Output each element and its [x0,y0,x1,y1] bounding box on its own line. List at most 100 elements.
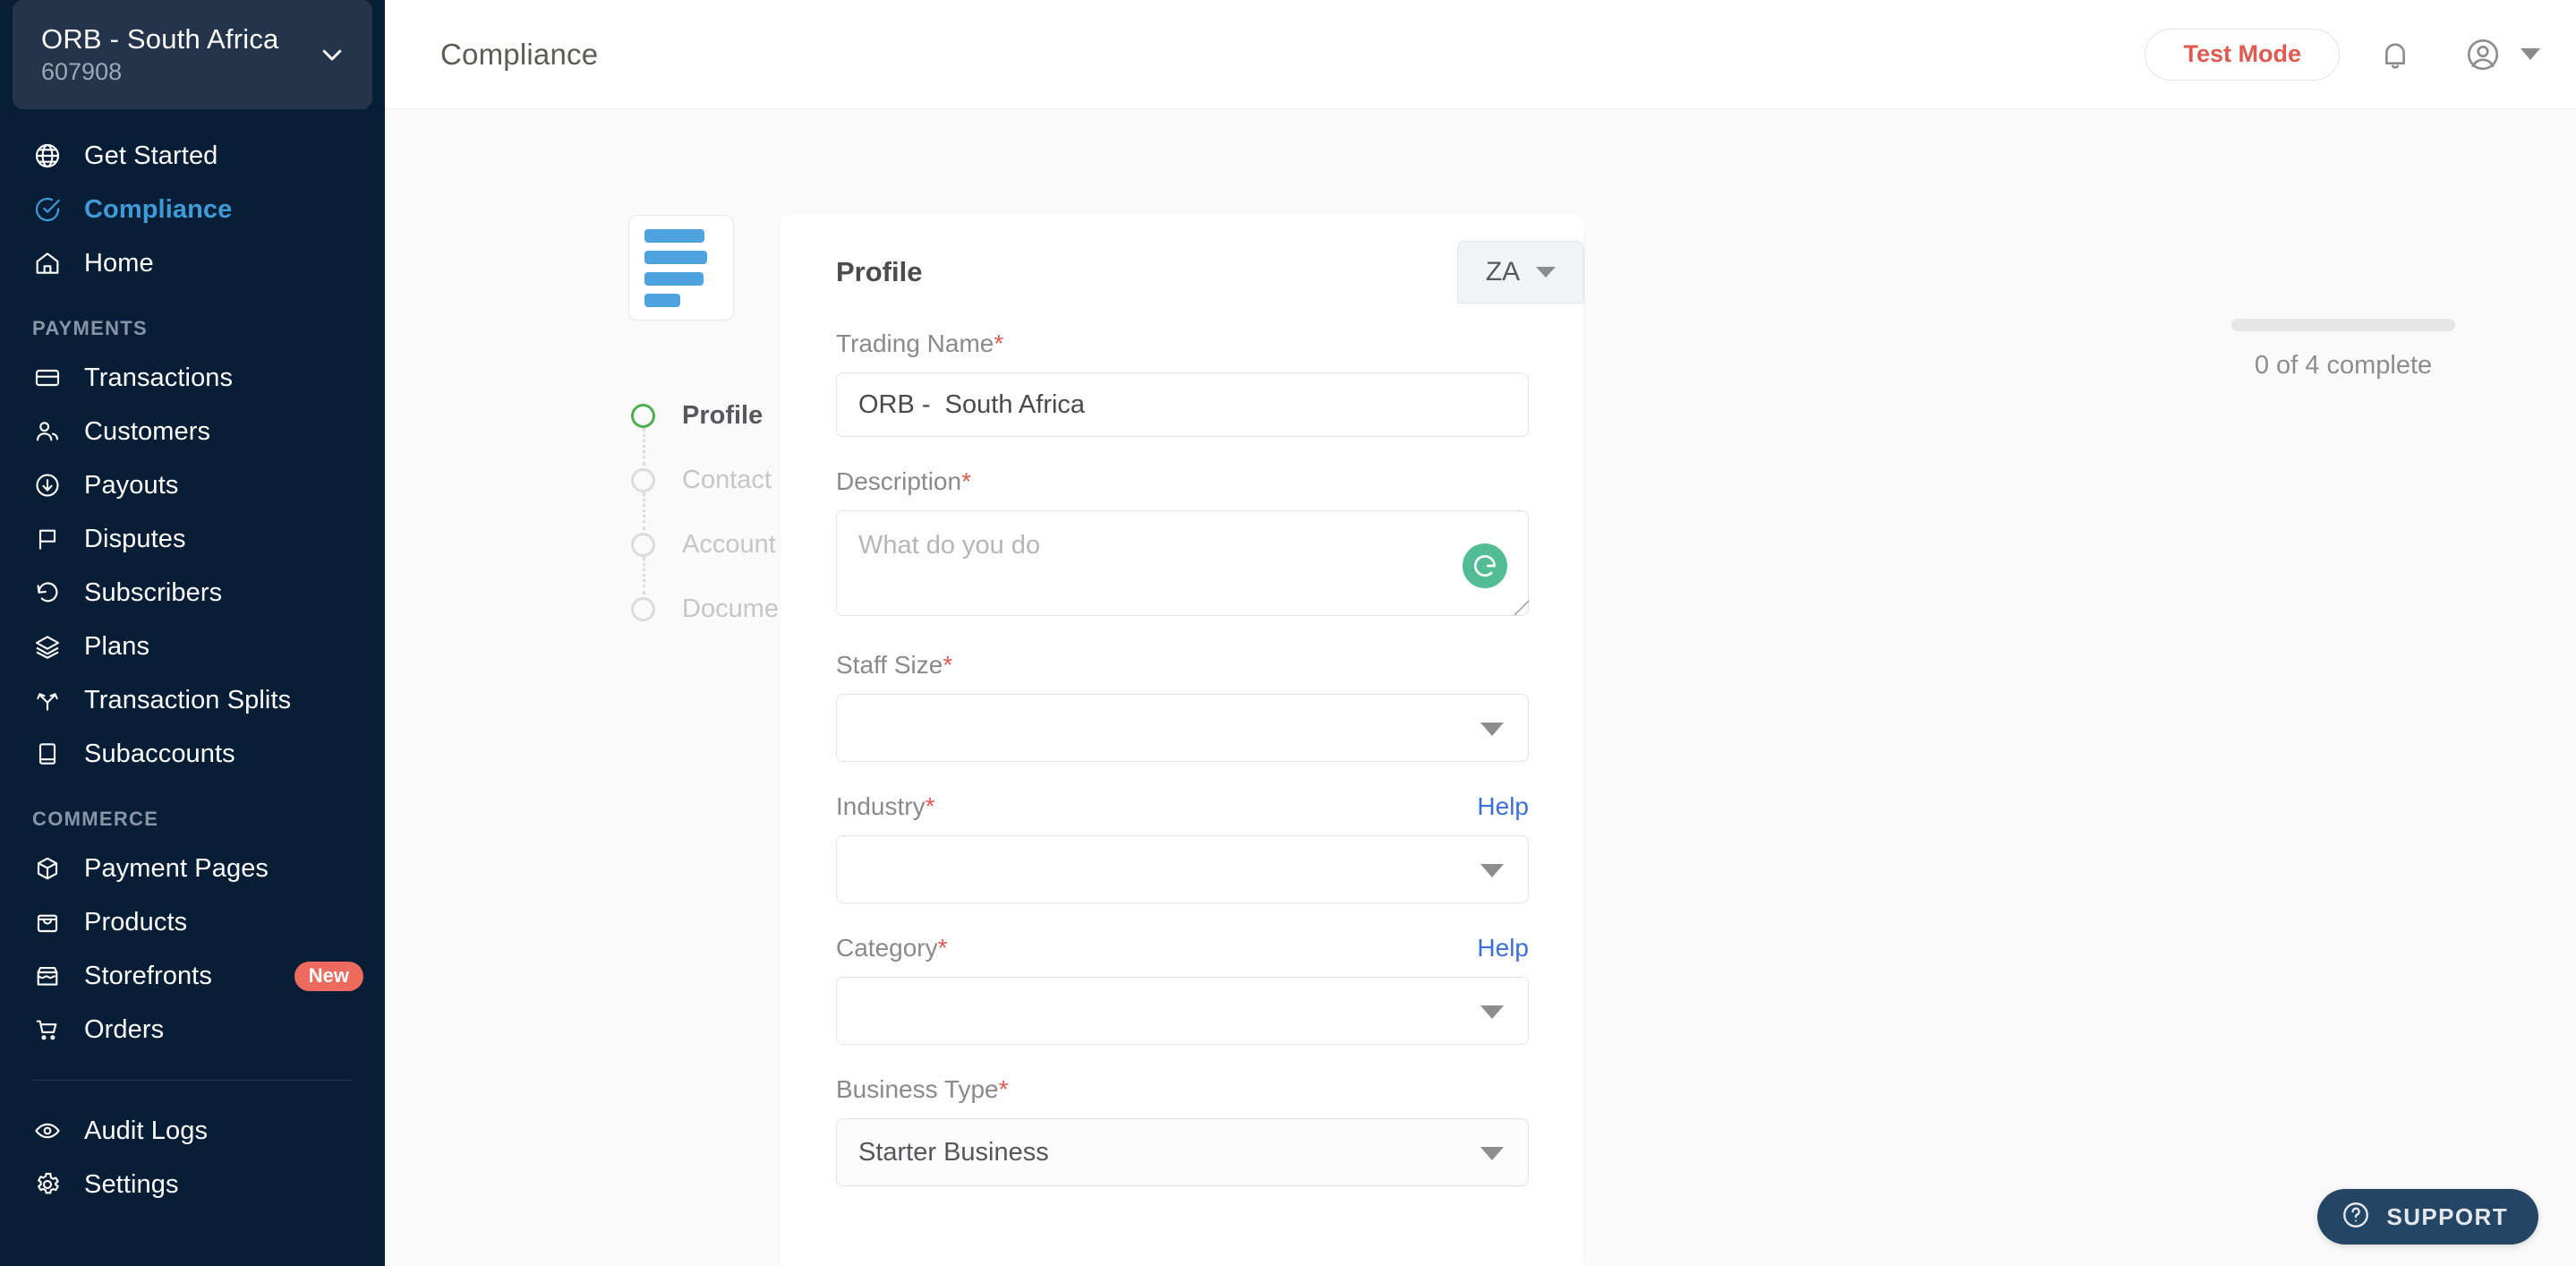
step-connector [643,428,645,466]
app-root: ORB - South Africa 607908 Get Started Co… [0,0,2576,1266]
sidebar-item-label: Subaccounts [84,739,235,768]
sidebar-section-payments-title: PAYMENTS [32,317,148,339]
sidebar-item-payment-pages[interactable]: Payment Pages [0,842,385,895]
arrow-down-circle-icon [32,470,63,500]
business-type-wrapper: Starter Business [836,1118,1529,1186]
step-dot-icon [631,467,655,492]
required-marker: * [937,934,948,962]
user-menu[interactable] [2458,30,2540,80]
test-mode-button[interactable]: Test Mode [2145,28,2340,81]
category-select[interactable] [836,977,1529,1045]
caret-down-icon [2521,48,2540,60]
account-id: 607908 [41,58,123,86]
step-dot-icon [631,403,655,428]
main-region: Compliance Test Mode Profile Contact Acc… [385,0,2576,1266]
account-name: ORB - South Africa [41,22,279,55]
sidebar-item-products[interactable]: Products [0,895,385,949]
sidebar-item-label: Home [84,248,154,278]
page-title: Compliance [440,37,599,71]
account-switcher-text: ORB - South Africa 607908 [41,23,317,87]
caret-down-icon [1536,267,1557,278]
step-label: Contact [682,465,772,494]
status-badge-new: New [294,961,363,991]
business-type-select[interactable]: Starter Business [836,1118,1529,1186]
support-button[interactable]: SUPPORT [2316,1189,2538,1245]
country-selector[interactable]: ZA [1457,241,1584,304]
field-label-row: Industry * Help [836,792,1529,821]
trading-name-input[interactable] [836,372,1529,437]
industry-wrapper [836,835,1529,903]
field-industry: Industry * Help [836,792,1529,903]
grammarly-icon[interactable] [1463,543,1507,588]
sidebar-item-label: Settings [84,1169,179,1199]
flag-icon [32,524,63,554]
sidebar-item-disputes[interactable]: Disputes [0,512,385,566]
sidebar-item-payouts[interactable]: Payouts [0,458,385,512]
shopping-cart-icon [32,1014,63,1045]
logo-bar [644,271,704,286]
field-description: Description * [836,467,1530,620]
sidebar-item-storefronts[interactable]: Storefronts New [0,949,385,1003]
sidebar-item-transaction-splits[interactable]: Transaction Splits [0,673,385,727]
sidebar-item-label: Customers [84,416,211,446]
required-marker: * [925,792,935,820]
layers-icon [32,631,63,662]
sidebar-item-label: Transactions [84,363,234,392]
sidebar-item-label: Subscribers [84,577,223,607]
bell-icon[interactable] [2370,30,2420,80]
progress-bar [2231,319,2455,331]
logo-bar [644,250,707,264]
sidebar-section-commerce-title: COMMERCE [32,808,159,830]
sidebar-item-orders[interactable]: Orders [0,1003,385,1056]
sidebar-item-transactions[interactable]: Transactions [0,351,385,405]
step-label: Account [682,529,776,559]
business-logo-placeholder[interactable] [628,215,734,321]
sidebar-item-label: Disputes [84,524,186,553]
sidebar-item-audit-logs[interactable]: Audit Logs [0,1104,385,1158]
sidebar-item-plans[interactable]: Plans [0,620,385,673]
account-switcher[interactable]: ORB - South Africa 607908 [13,0,372,109]
field-label: Industry [836,792,925,820]
sidebar-item-home[interactable]: Home [0,236,385,290]
sidebar-item-label: Orders [84,1014,165,1044]
description-wrapper [836,510,1530,620]
field-label-row: Business Type * [836,1075,1529,1104]
sidebar-item-subscribers[interactable]: Subscribers [0,566,385,620]
field-label: Trading Name [836,329,994,357]
sidebar-item-customers[interactable]: Customers [0,405,385,458]
field-label-row: Staff Size * [836,651,1529,680]
logo-bar [644,293,680,307]
field-label: Category [836,934,938,962]
sidebar-item-get-started[interactable]: Get Started [0,129,385,183]
step-list: Profile Contact Account Documents [628,383,814,641]
staff-size-select[interactable] [836,694,1529,762]
category-wrapper [836,977,1529,1045]
sidebar-item-settings[interactable]: Settings [0,1158,385,1211]
category-help-link[interactable]: Help [1477,934,1529,962]
sidebar-item-subaccounts[interactable]: Subaccounts [0,727,385,781]
step-dot-icon [631,596,655,621]
book-icon [32,739,63,769]
profile-card-title: Profile [836,256,923,287]
industry-select[interactable] [836,835,1529,903]
step-profile[interactable]: Profile [628,383,763,466]
chevron-down-icon [317,39,347,70]
home-icon [32,248,63,278]
sidebar-item-label: Storefronts [84,961,212,990]
split-icon [32,685,63,715]
industry-help-link[interactable]: Help [1477,792,1529,821]
description-textarea[interactable] [836,510,1529,616]
package-icon [32,853,63,884]
sidebar: ORB - South Africa 607908 Get Started Co… [0,0,385,1266]
card-icon [32,363,63,393]
required-marker: * [961,467,971,495]
eye-icon [32,1116,63,1146]
field-label: Staff Size [836,651,943,679]
sidebar-item-label: Plans [84,631,150,661]
profile-form: Trading Name* Description* [780,329,1584,1186]
profile-card-header: Profile ZA [780,215,1584,329]
storefront-icon [32,961,63,991]
field-label-row: Trading Name * [836,329,1529,358]
compliance-content: Profile Contact Account Documents Profil… [385,109,2576,1266]
sidebar-item-compliance[interactable]: Compliance [0,183,385,236]
